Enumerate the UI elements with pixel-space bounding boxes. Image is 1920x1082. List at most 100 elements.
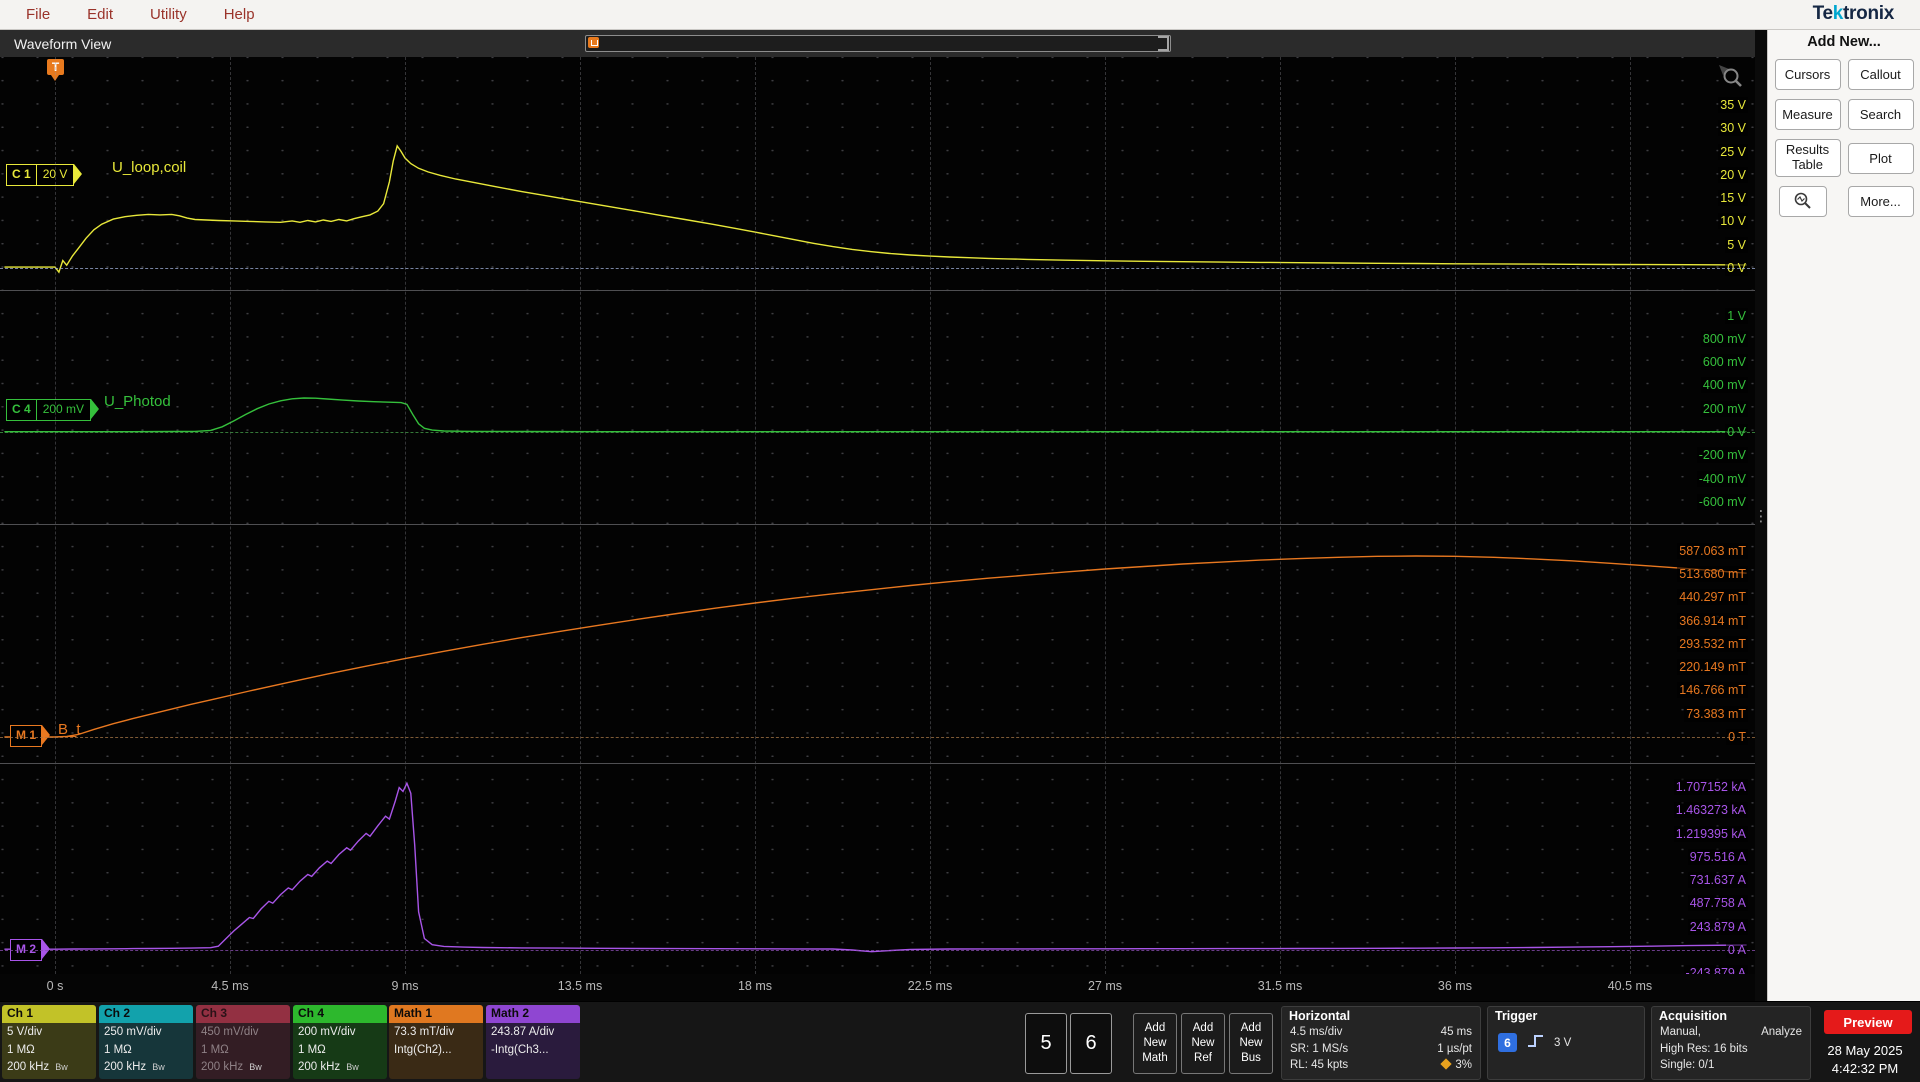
- add-new-bus-button[interactable]: Add New Bus: [1229, 1013, 1273, 1074]
- menu-edit[interactable]: Edit: [87, 6, 113, 23]
- plot-zoom-magnifier-icon[interactable]: [1717, 63, 1743, 94]
- time-axis-label: 36 ms: [1437, 979, 1472, 993]
- zoom-tool-button[interactable]: [1778, 186, 1827, 217]
- menu-help[interactable]: Help: [224, 6, 255, 23]
- waveform-area: Waveform View T C 1 20 V U_loop,coil C 4: [0, 30, 1755, 1001]
- grid-vline: [55, 57, 56, 974]
- math1-settings-badge[interactable]: Math 1 73.3 mT/div Intg(Ch2)...: [389, 1005, 483, 1079]
- y-axis-label: 800 mV: [1700, 330, 1748, 347]
- trace-ch1[interactable]: [4, 144, 1747, 274]
- zero-level-line: [0, 432, 1755, 433]
- datetime-display: 28 May 2025 4:42:32 PM: [1813, 1042, 1917, 1078]
- y-axis-label: 513.680 mT: [1677, 565, 1748, 582]
- y-axis-label: 731.637 A: [1687, 872, 1748, 889]
- time-axis-label: 31.5 ms: [1257, 979, 1303, 993]
- scrollbar-end-bracket[interactable]: [1158, 36, 1169, 51]
- y-axis-label: 73.383 mT: [1684, 705, 1748, 722]
- add-new-ref-button[interactable]: Add New Ref: [1181, 1013, 1225, 1074]
- channel-badge-ch1[interactable]: C 1 20 V: [6, 164, 83, 186]
- ch1-badge-body: 5 V/div 1 MΩ 200 kHz Bw: [2, 1023, 96, 1079]
- ch4-badge-scale: 200 mV: [35, 400, 90, 420]
- menu-bar: File Edit Utility Help Tektronix: [0, 0, 1920, 30]
- y-axis-label: 5 V: [1725, 236, 1748, 253]
- zero-level-line: [0, 737, 1755, 738]
- time-axis-label: 40.5 ms: [1607, 979, 1653, 993]
- y-axis-label: -200 mV: [1696, 447, 1748, 464]
- trace-label-bt: B_t: [58, 721, 81, 738]
- acquisition-pan-scrollbar[interactable]: [585, 35, 1171, 52]
- y-axis-label: 440.297 mT: [1677, 589, 1748, 606]
- y-axis-label: 587.063 mT: [1677, 542, 1748, 559]
- menu-file[interactable]: File: [26, 6, 50, 23]
- measure-button[interactable]: Measure: [1774, 99, 1841, 130]
- m2-badge-arrow: [42, 939, 51, 959]
- more-button[interactable]: More...: [1847, 186, 1914, 217]
- trace-label-uloopcoil: U_loop,coil: [112, 159, 187, 176]
- math1-badge[interactable]: M 1: [10, 725, 51, 747]
- math2-settings-badge[interactable]: Math 2 243.87 A/div -Intg(Ch3...: [486, 1005, 580, 1079]
- ch4-settings-badge[interactable]: Ch 4 200 mV/div 1 MΩ 200 kHz Bw: [293, 1005, 387, 1079]
- grid-vline: [229, 57, 231, 974]
- y-axis-label: 243.879 A: [1687, 918, 1748, 935]
- logo-k-accent: k: [1832, 3, 1844, 24]
- ch3-settings-badge[interactable]: Ch 3 450 mV/div 1 MΩ 200 kHz Bw: [196, 1005, 290, 1079]
- channel-badge-ch4[interactable]: C 4 200 mV: [6, 399, 100, 421]
- horizontal-panel[interactable]: Horizontal 4.5 ms/div 45 ms SR: 1 MS/s 1 µ…: [1281, 1006, 1481, 1080]
- ch4-badge-body: 200 mV/div 1 MΩ 200 kHz Bw: [293, 1023, 387, 1079]
- y-axis-label: 400 mV: [1700, 377, 1748, 394]
- math1-badge-title: Math 1: [389, 1005, 483, 1023]
- add-new-math-button[interactable]: Add New Math: [1133, 1013, 1177, 1074]
- ch2-bandwidth-icon: Bw: [152, 1062, 165, 1072]
- math1-badge-body: 73.3 mT/div Intg(Ch2)...: [389, 1023, 483, 1079]
- y-axis-label: 30 V: [1718, 120, 1748, 137]
- add-new-button-grid: Cursors Callout Measure Search Results T…: [1768, 59, 1920, 217]
- ch1-badge-title: Ch 1: [2, 1005, 96, 1023]
- ch1-badge-arrow: [74, 164, 83, 184]
- y-axis-label: 600 mV: [1700, 354, 1748, 371]
- ch1-settings-badge[interactable]: Ch 1 5 V/div 1 MΩ 200 kHz Bw: [2, 1005, 96, 1079]
- grid-vline: [1454, 57, 1456, 974]
- ch2-badge-body: 250 mV/div 1 MΩ 200 kHz Bw: [99, 1023, 193, 1079]
- grid-vline: [579, 57, 581, 974]
- logo-text: Tektronix: [1812, 3, 1895, 24]
- plot-button[interactable]: Plot: [1847, 142, 1914, 174]
- channel-6-button[interactable]: 6: [1070, 1013, 1112, 1074]
- tektronix-logo: Tektronix: [1812, 3, 1895, 25]
- trace-m2[interactable]: [4, 781, 1747, 953]
- preview-button[interactable]: Preview: [1824, 1010, 1912, 1034]
- results-table-button[interactable]: Results Table: [1774, 139, 1841, 177]
- callout-button[interactable]: Callout: [1847, 59, 1914, 90]
- ch2-settings-badge[interactable]: Ch 2 250 mV/div 1 MΩ 200 kHz Bw: [99, 1005, 193, 1079]
- math2-badge-title: Math 2: [486, 1005, 580, 1023]
- channel-5-button[interactable]: 5: [1025, 1013, 1067, 1074]
- bottom-settings-bar: Ch 1 5 V/div 1 MΩ 200 kHz Bw Ch 2 250 mV/…: [0, 1001, 1920, 1082]
- time-axis: 0 s 4.5 ms 9 ms 13.5 ms 18 ms 22.5 ms 27 ms 31.…: [0, 974, 1755, 1001]
- horizontal-panel-title: Horizontal: [1289, 1009, 1351, 1023]
- y-axis-label: -600 mV: [1696, 493, 1748, 510]
- ch1-bandwidth-icon: Bw: [55, 1062, 68, 1072]
- cursors-button[interactable]: Cursors: [1774, 59, 1841, 90]
- waveform-plot[interactable]: T C 1 20 V U_loop,coil C 4 200 mV U_Phot…: [0, 57, 1755, 974]
- trace-m1[interactable]: [4, 555, 1747, 738]
- menu-utility[interactable]: Utility: [150, 6, 187, 23]
- y-axis-label: 1.463273 kA: [1673, 802, 1748, 819]
- y-axis-label: 487.758 A: [1687, 895, 1748, 912]
- trace-ch4[interactable]: [4, 397, 1747, 433]
- search-button[interactable]: Search: [1847, 99, 1914, 130]
- acquisition-panel[interactable]: Acquisition Manual, Analyze High Res: 16 …: [1651, 1006, 1811, 1080]
- grid-vline: [929, 57, 931, 974]
- ch2-badge-title: Ch 2: [99, 1005, 193, 1023]
- magnifier-waveform-icon: [1793, 191, 1813, 212]
- trigger-panel[interactable]: Trigger 6 3 V: [1487, 1006, 1645, 1080]
- y-axis-label: 293.532 mT: [1677, 635, 1748, 652]
- m1-badge-name: M 1: [16, 728, 37, 742]
- panel-splitter[interactable]: ⋮: [1754, 30, 1769, 1001]
- ch3-badge-title: Ch 3: [196, 1005, 290, 1023]
- ch4-badge-name: C 4: [12, 402, 31, 416]
- slice-separator: [0, 290, 1755, 291]
- y-axis-label: 10 V: [1718, 213, 1748, 230]
- m1-badge-arrow: [42, 725, 51, 745]
- trigger-slope-icon: [1527, 1033, 1544, 1052]
- time-axis-label: 0 s: [46, 979, 64, 993]
- y-axis-label: 1.219395 kA: [1673, 825, 1748, 842]
